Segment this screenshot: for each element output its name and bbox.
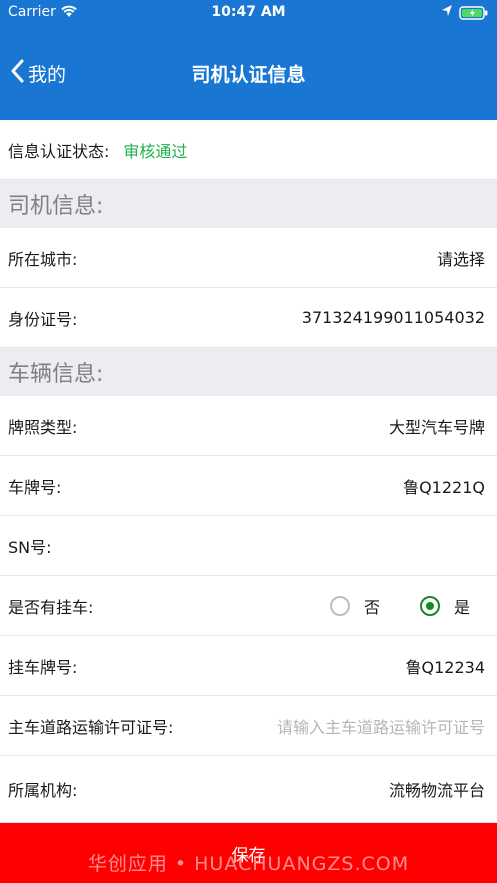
location-arrow-icon xyxy=(441,4,453,22)
permit-input[interactable]: 请输入主车道路运输许可证号 xyxy=(277,714,485,738)
radio-checked-icon xyxy=(419,595,440,616)
id-number-label: 身份证号: xyxy=(8,309,78,329)
city-label: 所在城市: xyxy=(8,249,78,269)
driver-info-header: 司机信息: xyxy=(0,180,497,228)
plate-type-label: 牌照类型: xyxy=(8,417,78,437)
page-title: 司机认证信息 xyxy=(191,64,306,86)
clock: 10:47 AM xyxy=(211,4,286,20)
org-row: 所属机构: 流畅物流平台 xyxy=(0,756,497,823)
trailer-plate-row: 挂车牌号: 鲁Q12234 xyxy=(0,636,497,696)
permit-row[interactable]: 主车道路运输许可证号: 请输入主车道路运输许可证号 xyxy=(0,696,497,756)
trailer-no-radio[interactable]: 否 xyxy=(329,594,380,618)
watermark: 华创应用 • HUACHUANGZS.COM xyxy=(87,853,410,875)
org-value: 流畅物流平台 xyxy=(388,781,485,800)
city-select[interactable]: 请选择 xyxy=(437,246,485,270)
plate-number-label: 车牌号: xyxy=(8,477,62,497)
sn-label: SN号: xyxy=(8,537,52,557)
trailer-yes-radio[interactable]: 是 xyxy=(419,594,470,618)
verify-status-row: 信息认证状态: 审核通过 xyxy=(0,120,497,180)
plate-type-row[interactable]: 牌照类型: 大型汽车号牌 xyxy=(0,396,497,456)
nav-bar: Carrier 10:47 AM 我的 司机认证信息 xyxy=(0,0,497,120)
trailer-row: 是否有挂车: 否 是 xyxy=(0,576,497,636)
permit-label: 主车道路运输许可证号: xyxy=(8,717,174,737)
trailer-radio-group: 否 是 xyxy=(329,594,470,618)
trailer-label: 是否有挂车: xyxy=(8,597,94,617)
plate-type-value[interactable]: 大型汽车号牌 xyxy=(389,414,485,438)
plate-number-row: 车牌号: 鲁Q1221Q xyxy=(0,456,497,516)
verify-status-value: 审核通过 xyxy=(123,141,188,161)
org-label: 所属机构: xyxy=(8,781,78,800)
trailer-yes-label: 是 xyxy=(453,597,470,617)
vehicle-info-header: 车辆信息: xyxy=(0,348,497,396)
sn-row[interactable]: SN号: xyxy=(0,516,497,576)
status-bar: Carrier 10:47 AM xyxy=(0,0,497,26)
id-number-value: 371324199011054032 xyxy=(301,308,485,327)
city-row[interactable]: 所在城市: 请选择 xyxy=(0,228,497,288)
trailer-plate-value: 鲁Q12234 xyxy=(405,657,486,677)
verify-status-label: 信息认证状态: xyxy=(8,141,110,161)
radio-unchecked-icon xyxy=(329,595,350,616)
id-number-row: 身份证号: 371324199011054032 xyxy=(0,288,497,348)
battery-icon xyxy=(459,6,489,24)
trailer-no-label: 否 xyxy=(363,597,380,617)
trailer-plate-label: 挂车牌号: xyxy=(8,657,78,677)
plate-number-value: 鲁Q1221Q xyxy=(403,477,485,497)
